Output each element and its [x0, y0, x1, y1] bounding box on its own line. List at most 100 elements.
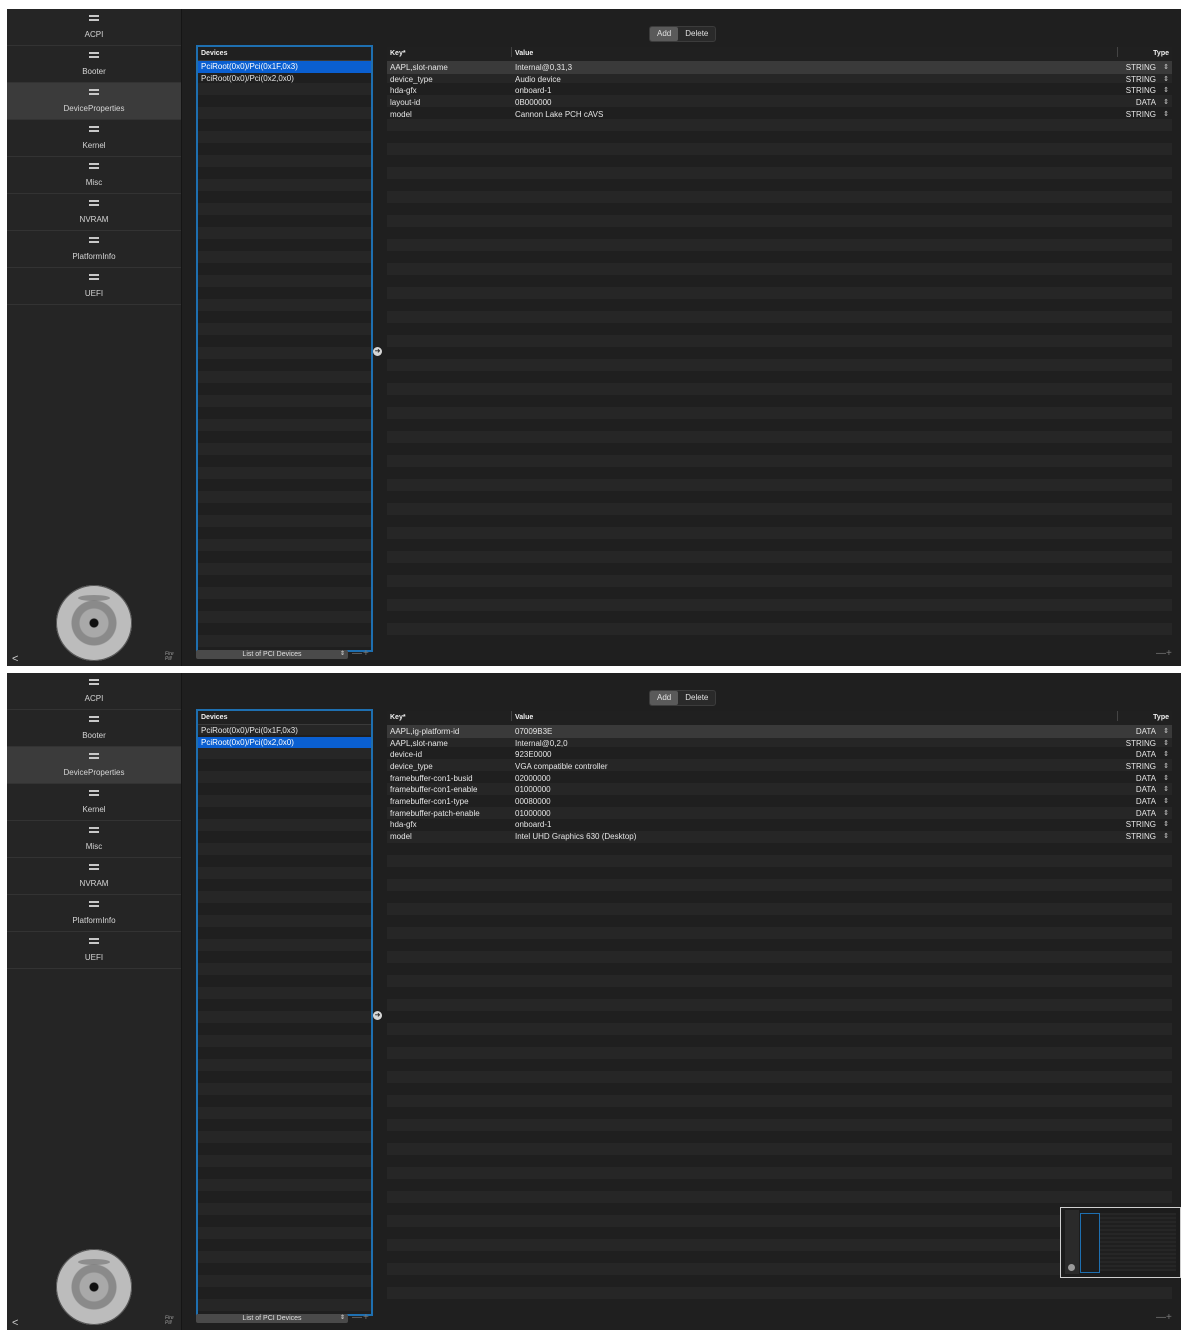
- sidebar-item-platforminfo[interactable]: PlatformInfo: [7, 231, 181, 268]
- table-row[interactable]: AAPL,ig-platform-id 07009B3E DATA ⇕: [387, 726, 1172, 738]
- row-type[interactable]: STRING: [1126, 85, 1156, 97]
- device-list[interactable]: Devices PciRoot(0x0)/Pci(0x1F,0x3) PciRo…: [196, 709, 373, 1316]
- device-row[interactable]: PciRoot(0x0)/Pci(0x2,0x0): [198, 736, 371, 748]
- device-list-select[interactable]: List of PCI Devices: [196, 1314, 348, 1323]
- arrow-right-icon[interactable]: ➜: [373, 1011, 382, 1020]
- sidebar-item-misc[interactable]: Misc: [7, 157, 181, 194]
- table-row[interactable]: AAPL,slot-name Internal@0,31,3 STRING ⇕: [387, 62, 1172, 74]
- row-type[interactable]: STRING: [1126, 761, 1156, 773]
- row-type[interactable]: STRING: [1126, 831, 1156, 843]
- row-type[interactable]: STRING: [1126, 62, 1156, 74]
- add-property-button[interactable]: +: [1166, 1312, 1172, 1323]
- stepper-icon[interactable]: ⇕: [1163, 831, 1169, 843]
- device-list[interactable]: Devices PciRoot(0x0)/Pci(0x1F,0x3) PciRo…: [196, 45, 373, 652]
- row-type[interactable]: DATA: [1136, 773, 1156, 785]
- arrow-right-icon[interactable]: ➜: [373, 347, 382, 356]
- remove-device-button[interactable]: —: [352, 1312, 362, 1323]
- row-type[interactable]: STRING: [1126, 738, 1156, 750]
- table-row[interactable]: device-id 923E0000 DATA ⇕: [387, 749, 1172, 761]
- stepper-icon[interactable]: ⇕: [1163, 819, 1169, 831]
- row-type[interactable]: DATA: [1136, 796, 1156, 808]
- device-row[interactable]: PciRoot(0x0)/Pci(0x1F,0x3): [198, 61, 371, 73]
- share-icon[interactable]: <: [12, 1317, 18, 1329]
- stepper-icon[interactable]: ⇕: [1163, 749, 1169, 761]
- table-row[interactable]: framebuffer-con1-type 00080000 DATA ⇕: [387, 796, 1172, 808]
- device-list-select[interactable]: List of PCI Devices: [196, 650, 348, 659]
- row-type[interactable]: DATA: [1136, 97, 1156, 109]
- column-header-key[interactable]: Key*: [390, 711, 406, 725]
- table-row[interactable]: device_type Audio device STRING ⇕: [387, 74, 1172, 86]
- table-row[interactable]: hda-gfx onboard-1 STRING ⇕: [387, 819, 1172, 831]
- row-type[interactable]: DATA: [1136, 808, 1156, 820]
- remove-device-button[interactable]: —: [352, 648, 362, 659]
- row-key: framebuffer-con1-type: [390, 796, 469, 806]
- table-row[interactable]: device_type VGA compatible controller STRI…: [387, 761, 1172, 773]
- table-row[interactable]: framebuffer-con1-enable 01000000 DATA ⇕: [387, 784, 1172, 796]
- stepper-icon[interactable]: ⇕: [1163, 773, 1169, 785]
- sidebar-item-uefi[interactable]: UEFI: [7, 268, 181, 305]
- sidebar-item-booter[interactable]: Booter: [7, 46, 181, 83]
- properties-add-remove[interactable]: —+: [1156, 648, 1172, 659]
- stepper-icon[interactable]: ⇕: [1163, 738, 1169, 750]
- delete-button[interactable]: Delete: [678, 27, 715, 41]
- row-type[interactable]: DATA: [1136, 784, 1156, 796]
- stepper-icon[interactable]: ⇕: [1163, 109, 1169, 121]
- table-row[interactable]: AAPL,slot-name Internal@0,2,0 STRING ⇕: [387, 738, 1172, 750]
- screenshot-thumbnail[interactable]: [1060, 1207, 1181, 1278]
- sidebar-item-nvram[interactable]: NVRAM: [7, 194, 181, 231]
- stepper-icon[interactable]: ⇕: [1163, 85, 1169, 97]
- table-row[interactable]: model Cannon Lake PCH cAVS STRING ⇕: [387, 109, 1172, 121]
- column-header-value[interactable]: Value: [515, 47, 533, 61]
- share-icon[interactable]: <: [12, 653, 18, 665]
- sidebar-item-kernel[interactable]: Kernel: [7, 120, 181, 157]
- row-type[interactable]: STRING: [1126, 819, 1156, 831]
- stepper-icon[interactable]: ⇕: [1163, 761, 1169, 773]
- sidebar-item-deviceproperties[interactable]: DeviceProperties: [7, 747, 181, 784]
- sidebar-item-misc[interactable]: Misc: [7, 821, 181, 858]
- column-divider: [1117, 711, 1118, 721]
- row-value: Cannon Lake PCH cAVS: [515, 109, 604, 119]
- remove-property-button[interactable]: —: [1156, 1312, 1166, 1323]
- column-header-type[interactable]: Type: [1153, 711, 1169, 725]
- stepper-icon[interactable]: ⇕: [1163, 796, 1169, 808]
- row-type[interactable]: DATA: [1136, 749, 1156, 761]
- device-row[interactable]: PciRoot(0x0)/Pci(0x2,0x0): [198, 73, 371, 85]
- add-device-button[interactable]: +: [363, 648, 369, 659]
- sidebar-item-deviceproperties[interactable]: DeviceProperties: [7, 83, 181, 120]
- sidebar-item-acpi[interactable]: ACPI: [7, 9, 181, 46]
- add-button[interactable]: Add: [650, 27, 679, 41]
- sidebar-item-acpi[interactable]: ACPI: [7, 673, 181, 710]
- sidebar-item-nvram[interactable]: NVRAM: [7, 858, 181, 895]
- stepper-icon[interactable]: ⇕: [1163, 74, 1169, 86]
- sidebar-item-kernel[interactable]: Kernel: [7, 784, 181, 821]
- row-type[interactable]: STRING: [1126, 109, 1156, 121]
- row-type[interactable]: STRING: [1126, 74, 1156, 86]
- stepper-icon[interactable]: ⇕: [1163, 808, 1169, 820]
- add-property-button[interactable]: +: [1166, 648, 1172, 659]
- stepper-icon[interactable]: ⇕: [1163, 784, 1169, 796]
- table-row[interactable]: model Intel UHD Graphics 630 (Desktop) STR…: [387, 831, 1172, 843]
- table-row[interactable]: framebuffer-patch-enable 01000000 DATA ⇕: [387, 808, 1172, 820]
- table-row[interactable]: framebuffer-con1-busid 02000000 DATA ⇕: [387, 773, 1172, 785]
- column-header-value[interactable]: Value: [515, 711, 533, 725]
- delete-button[interactable]: Delete: [678, 691, 715, 705]
- column-header-type[interactable]: Type: [1153, 47, 1169, 61]
- column-header-key[interactable]: Key*: [390, 47, 406, 61]
- remove-property-button[interactable]: —: [1156, 648, 1166, 659]
- row-type[interactable]: DATA: [1136, 726, 1156, 738]
- table-row[interactable]: layout-id 0B000000 DATA ⇕: [387, 97, 1172, 109]
- sidebar-item-uefi[interactable]: UEFI: [7, 932, 181, 969]
- properties-add-remove[interactable]: —+: [1156, 1312, 1172, 1323]
- stepper-icon[interactable]: ⇕: [1163, 62, 1169, 74]
- row-value: onboard-1: [515, 86, 552, 96]
- table-row[interactable]: hda-gfx onboard-1 STRING ⇕: [387, 85, 1172, 97]
- add-button[interactable]: Add: [650, 691, 679, 705]
- sidebar-item-booter[interactable]: Booter: [7, 710, 181, 747]
- row-value: Internal@0,2,0: [515, 738, 568, 748]
- stepper-icon[interactable]: ⇕: [1163, 97, 1169, 109]
- list-icon: [89, 163, 99, 173]
- device-row[interactable]: PciRoot(0x0)/Pci(0x1F,0x3): [198, 725, 371, 737]
- sidebar-item-platforminfo[interactable]: PlatformInfo: [7, 895, 181, 932]
- add-device-button[interactable]: +: [363, 1312, 369, 1323]
- stepper-icon[interactable]: ⇕: [1163, 726, 1169, 738]
